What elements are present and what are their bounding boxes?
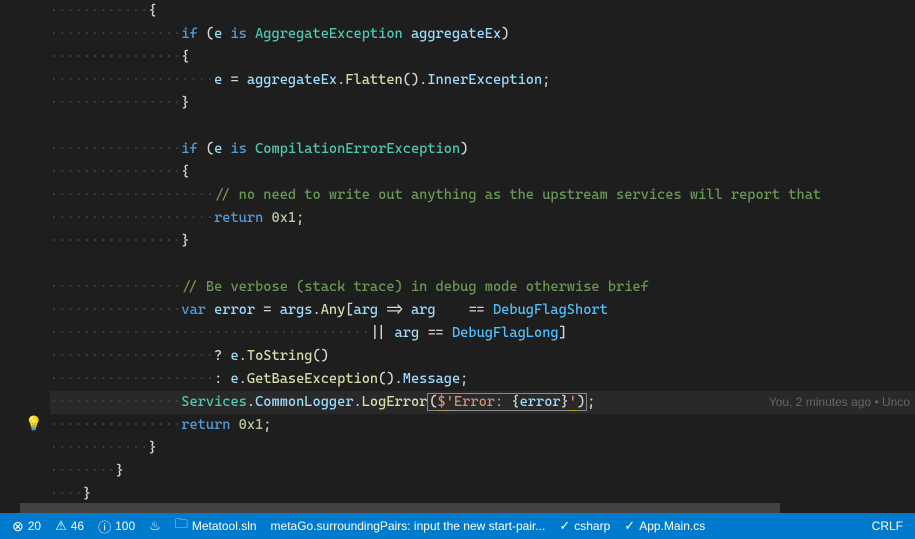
status-lang[interactable]: csharp xyxy=(555,518,614,534)
scrollbar-thumb[interactable] xyxy=(20,503,780,513)
status-errors[interactable]: 20 xyxy=(8,518,45,535)
error-icon xyxy=(12,518,24,535)
active-line: ················Services.CommonLogger.Lo… xyxy=(50,391,915,414)
check-icon xyxy=(624,518,635,534)
info-icon xyxy=(98,517,111,536)
git-codelens[interactable]: You, 2 minutes ago • Unco xyxy=(769,391,910,414)
check-icon xyxy=(559,518,570,534)
warning-icon xyxy=(55,518,67,534)
status-file[interactable]: App.Main.cs xyxy=(620,518,709,534)
brace: { xyxy=(148,3,156,19)
horizontal-scrollbar[interactable] xyxy=(0,503,915,513)
code-editor[interactable]: ············{ ················if (e is A… xyxy=(0,0,915,513)
status-bar: 20 46 100 Metatool.sln metaGo.surroundin… xyxy=(0,513,915,539)
folder-icon xyxy=(175,515,188,537)
fire-icon xyxy=(149,518,161,534)
status-command[interactable]: metaGo.surroundingPairs: input the new s… xyxy=(267,519,550,533)
lightbulb-icon[interactable]: 💡 xyxy=(25,416,42,432)
status-eol[interactable]: CRLF xyxy=(868,519,907,533)
status-solution[interactable]: Metatool.sln xyxy=(171,515,261,537)
status-info[interactable]: 100 xyxy=(94,517,139,536)
status-warnings[interactable]: 46 xyxy=(51,518,88,534)
status-fire[interactable] xyxy=(145,518,165,534)
